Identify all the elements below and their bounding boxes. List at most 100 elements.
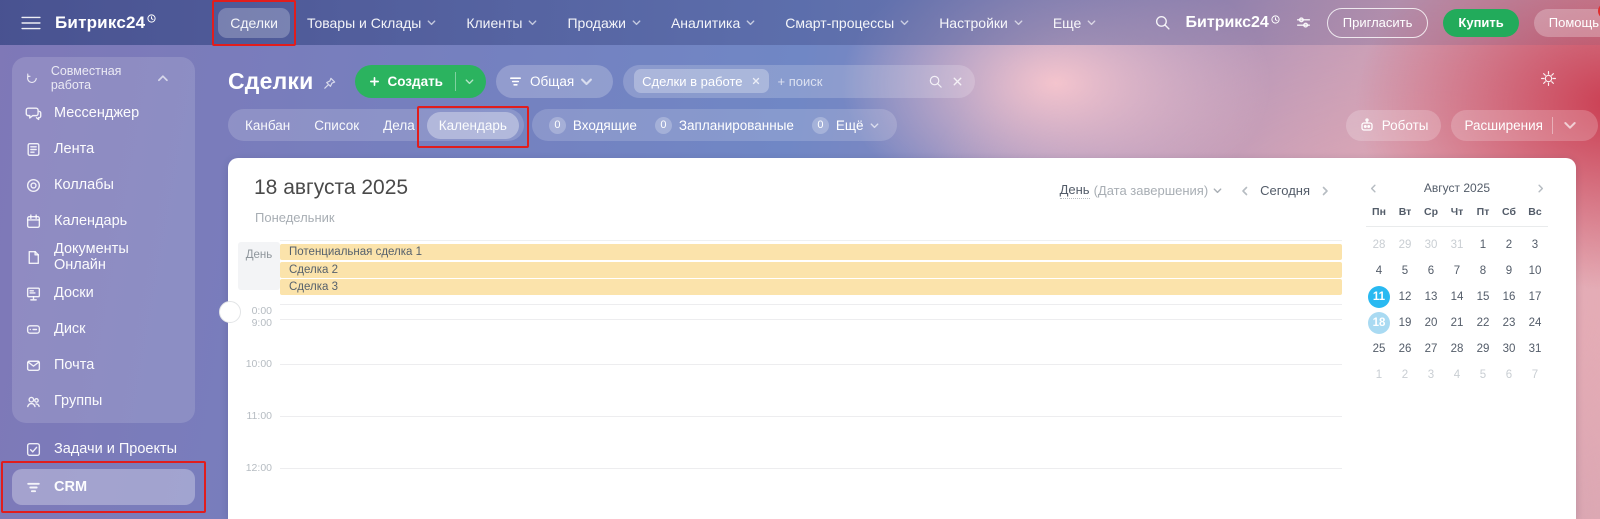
mini-calendar-day[interactable]: 4: [1368, 260, 1390, 282]
remove-filter-icon[interactable]: [751, 76, 761, 86]
mini-calendar-day[interactable]: 28: [1446, 338, 1468, 360]
next-month-icon[interactable]: [1535, 183, 1546, 194]
mini-calendar-day[interactable]: 5: [1394, 260, 1416, 282]
mini-calendar-day[interactable]: 21: [1446, 312, 1468, 334]
mini-calendar-day[interactable]: 10: [1524, 260, 1546, 282]
help-button[interactable]: Помощь 8: [1534, 9, 1600, 37]
mini-calendar-day[interactable]: 25: [1368, 338, 1390, 360]
counter-incoming[interactable]: 0Входящие: [542, 112, 644, 139]
hamburger-menu-icon[interactable]: [21, 15, 41, 31]
mini-calendar-day[interactable]: 7: [1446, 260, 1468, 282]
tab-list[interactable]: Список: [302, 112, 371, 139]
mini-calendar-day[interactable]: 2: [1498, 234, 1520, 256]
mini-calendar-day[interactable]: 1: [1368, 364, 1390, 386]
mini-calendar-day[interactable]: 3: [1524, 234, 1546, 256]
event-bar[interactable]: Потенциальная сделка 1: [280, 244, 1342, 260]
tune-sliders-icon[interactable]: [1295, 14, 1312, 31]
sidebar-item-tasks[interactable]: Задачи и Проекты: [12, 431, 195, 467]
mini-calendar-day[interactable]: 27: [1420, 338, 1442, 360]
mini-calendar-day-selected[interactable]: 18: [1368, 312, 1390, 334]
clear-search-icon[interactable]: [951, 75, 964, 88]
event-bar[interactable]: Сделка 2: [280, 262, 1342, 278]
mini-calendar-day[interactable]: 14: [1446, 286, 1468, 308]
nav-item-settings[interactable]: Настройки: [927, 8, 1036, 38]
mini-calendar-day[interactable]: 15: [1472, 286, 1494, 308]
create-button[interactable]: Создать: [355, 65, 486, 98]
settings-gear-icon[interactable]: [1540, 70, 1557, 87]
nav-item-sales[interactable]: Продажи: [555, 8, 653, 38]
nav-item-more[interactable]: Еще: [1041, 8, 1110, 38]
mini-calendar-day[interactable]: 29: [1394, 234, 1416, 256]
counter-more[interactable]: 0Ещё: [805, 112, 887, 139]
next-day-icon[interactable]: [1319, 185, 1331, 197]
mini-calendar-day[interactable]: 16: [1498, 286, 1520, 308]
nav-item-analytics[interactable]: Аналитика: [659, 8, 768, 38]
sidebar-item-groups[interactable]: Группы: [12, 383, 195, 419]
mini-calendar-day[interactable]: 2: [1394, 364, 1416, 386]
search-icon[interactable]: [1154, 14, 1171, 31]
sidebar-item-mail[interactable]: Почта: [12, 347, 195, 383]
mini-calendar-day[interactable]: 12: [1394, 286, 1416, 308]
chevron-down-icon[interactable]: [464, 76, 475, 87]
mini-calendar-day[interactable]: 6: [1420, 260, 1442, 282]
sidebar-item-documents[interactable]: Документы Онлайн: [12, 239, 195, 275]
mini-calendar-day[interactable]: 1: [1472, 234, 1494, 256]
sidebar-item-drive[interactable]: Диск: [12, 311, 195, 347]
search-icon[interactable]: [928, 74, 943, 89]
mini-calendar-day[interactable]: 13: [1420, 286, 1442, 308]
mini-calendar-day[interactable]: 9: [1498, 260, 1520, 282]
nav-item-clients[interactable]: Клиенты: [454, 8, 550, 38]
previous-month-icon[interactable]: [1368, 183, 1379, 194]
sidebar-group-collaboration[interactable]: Совместная работа: [12, 61, 195, 95]
mini-calendar-day[interactable]: 31: [1524, 338, 1546, 360]
today-button[interactable]: Сегодня: [1260, 183, 1310, 198]
event-bar[interactable]: Сделка 3: [280, 279, 1342, 295]
view-mode-selector[interactable]: День (Дата завершения): [1060, 182, 1224, 199]
mini-calendar-day[interactable]: 29: [1472, 338, 1494, 360]
sidebar-item-collabs[interactable]: Коллабы: [12, 167, 195, 203]
mini-calendar-day[interactable]: 5: [1472, 364, 1494, 386]
mini-calendar-day[interactable]: 8: [1472, 260, 1494, 282]
sidebar-item-sites[interactable]: Сайты и магазины: [12, 513, 195, 519]
search-filter-bar[interactable]: Сделки в работе + поиск: [623, 65, 975, 98]
mini-calendar-day[interactable]: 26: [1394, 338, 1416, 360]
views-filter-button[interactable]: Общая: [496, 65, 613, 98]
mini-calendar-day[interactable]: 3: [1420, 364, 1442, 386]
pin-icon[interactable]: [322, 76, 337, 91]
mini-calendar-day-today[interactable]: 11: [1368, 286, 1390, 308]
mini-calendar-day[interactable]: 28: [1368, 234, 1390, 256]
sidebar-item-calendar[interactable]: Календарь: [12, 203, 195, 239]
sidebar-item-messenger[interactable]: Мессенджер: [12, 95, 195, 131]
mini-calendar-day[interactable]: 22: [1472, 312, 1494, 334]
mini-calendar-day[interactable]: 31: [1446, 234, 1468, 256]
drive-icon: [25, 321, 42, 338]
filter-chip-deals-in-progress[interactable]: Сделки в работе: [634, 69, 768, 93]
tab-activities[interactable]: Дела: [371, 112, 427, 139]
mini-calendar-day[interactable]: 17: [1524, 286, 1546, 308]
counter-planned[interactable]: 0Запланированные: [648, 112, 801, 139]
invite-button[interactable]: Пригласить: [1327, 8, 1429, 38]
mini-calendar-day[interactable]: 19: [1394, 312, 1416, 334]
mini-calendar-month-title[interactable]: Август 2025: [1424, 181, 1490, 195]
nav-item-smart-processes[interactable]: Смарт-процессы: [773, 8, 922, 38]
sidebar-item-boards[interactable]: Доски: [12, 275, 195, 311]
sidebar-item-feed[interactable]: Лента: [12, 131, 195, 167]
mini-calendar-day[interactable]: 23: [1498, 312, 1520, 334]
buy-button[interactable]: Купить: [1443, 9, 1518, 37]
sidebar-item-crm[interactable]: CRM: [12, 469, 195, 505]
mini-calendar-day[interactable]: 6: [1498, 364, 1520, 386]
nav-item-products[interactable]: Товары и Склады: [295, 8, 449, 38]
mini-calendar-day[interactable]: 4: [1446, 364, 1468, 386]
mini-calendar-day[interactable]: 30: [1420, 234, 1442, 256]
previous-day-icon[interactable]: [1239, 185, 1251, 197]
mini-calendar-day[interactable]: 30: [1498, 338, 1520, 360]
chevron-down-icon[interactable]: [1562, 117, 1578, 133]
robots-button[interactable]: Роботы: [1346, 110, 1442, 141]
extensions-button[interactable]: Расширения: [1451, 110, 1598, 141]
nav-item-deals[interactable]: Сделки: [218, 8, 290, 38]
tab-kanban[interactable]: Канбан: [233, 112, 302, 139]
tab-calendar[interactable]: Календарь: [427, 112, 519, 139]
mini-calendar-day[interactable]: 20: [1420, 312, 1442, 334]
mini-calendar-day[interactable]: 7: [1524, 364, 1546, 386]
mini-calendar-day[interactable]: 24: [1524, 312, 1546, 334]
